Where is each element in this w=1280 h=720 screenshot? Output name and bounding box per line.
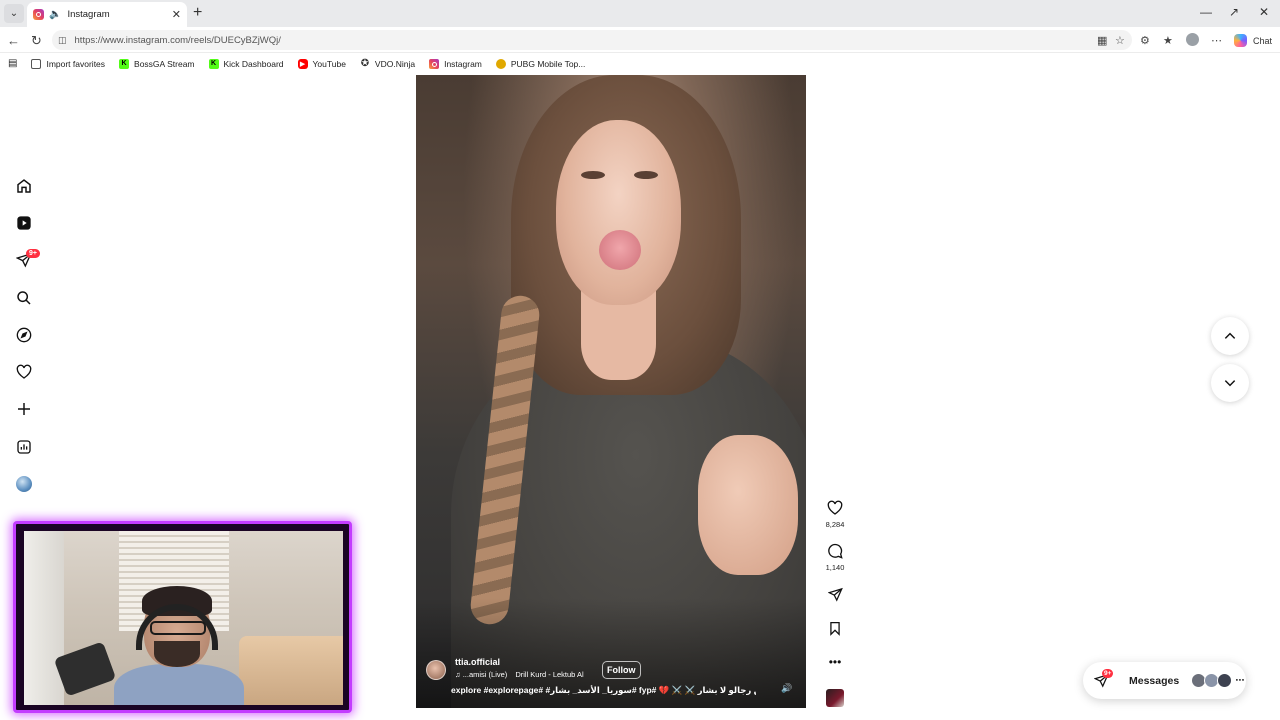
copilot-icon	[1234, 34, 1247, 47]
copilot-chat-button[interactable]: Chat	[1234, 34, 1272, 47]
back-button[interactable]: ←	[7, 33, 20, 48]
like-count: 8,284	[825, 520, 845, 529]
audio-attribution[interactable]: ♫ ...amisi (Live) Drill Kurd - Lektub Al	[455, 670, 584, 679]
fav-import-favorites[interactable]: Import favorites	[31, 58, 105, 69]
share-icon[interactable]	[825, 584, 845, 604]
url-field[interactable]: ◫ https://www.instagram.com/reels/DUECyB…	[52, 30, 1132, 50]
favorites-icon[interactable]: ★	[1163, 34, 1173, 47]
fav-bossga-stream[interactable]: K BossGA Stream	[119, 58, 195, 69]
fav-vdo-ninja[interactable]: ✪ VDO.Ninja	[360, 58, 415, 69]
author-username[interactable]: ttia.official	[455, 657, 500, 667]
messages-badge: 9+	[1102, 669, 1114, 678]
close-tab-icon[interactable]: ✕	[172, 8, 181, 21]
more-icon[interactable]: •••	[825, 652, 845, 672]
profile-avatar-icon[interactable]	[1186, 33, 1199, 46]
instagram-favicon-icon	[33, 9, 44, 20]
messages-label: Messages	[1129, 674, 1180, 687]
search-icon[interactable]	[14, 288, 34, 308]
notifications-icon[interactable]	[14, 362, 34, 382]
speaker-icon[interactable]: 🔈	[49, 9, 61, 20]
site-info-icon[interactable]: ◫	[58, 35, 67, 46]
tab-strip: ⌄ 🔈 Instagram ✕ + — ↗ ✕	[0, 0, 1280, 27]
address-bar-row: ← ↻ ◫ https://www.instagram.com/reels/DU…	[0, 27, 1280, 53]
comment-count: 1,140	[825, 563, 845, 572]
reel-caption: explore #explorepage# #سوريا_ الأسد_ بشا…	[451, 685, 756, 695]
explore-icon[interactable]	[14, 325, 34, 345]
folder-icon	[31, 58, 42, 69]
avatar	[1217, 673, 1233, 688]
home-icon[interactable]	[14, 176, 34, 196]
youtube-icon: ▶	[297, 58, 308, 69]
fav-kick-dashboard[interactable]: K Kick Dashboard	[208, 58, 284, 69]
reels-icon[interactable]	[14, 213, 34, 233]
author-avatar[interactable]	[426, 660, 446, 680]
messages-button[interactable]: 9+ Messages ⋯	[1083, 662, 1246, 699]
kick-icon: K	[208, 58, 219, 69]
follow-button[interactable]: Follow	[602, 661, 641, 679]
close-window-button[interactable]: ✕	[1259, 5, 1269, 19]
create-icon[interactable]	[14, 399, 34, 419]
collections-icon[interactable]: ▤	[8, 58, 17, 69]
pubg-icon	[495, 58, 506, 69]
favorite-star-icon[interactable]: ☆	[1115, 34, 1125, 47]
favorites-bar: ▤ Import favorites K BossGA Stream K Kic…	[0, 53, 1280, 74]
ninja-icon: ✪	[360, 58, 370, 69]
more-options-icon[interactable]: ⋯	[1211, 34, 1222, 47]
dashboard-icon[interactable]	[14, 437, 34, 457]
tab-actions-menu-button[interactable]: ⌄	[4, 4, 24, 23]
restore-button[interactable]: ↗	[1229, 5, 1239, 19]
audio-artist: ♫ ...amisi (Live)	[455, 670, 508, 679]
next-reel-button[interactable]	[1211, 364, 1249, 402]
instagram-icon	[429, 58, 440, 69]
url-text: https://www.instagram.com/reels/DUECyBZj…	[74, 34, 281, 46]
webcam-feed	[24, 531, 343, 705]
kick-icon: K	[119, 58, 130, 69]
extensions-icon[interactable]: ⚙	[1140, 34, 1150, 47]
app-available-icon[interactable]: ▦	[1097, 34, 1107, 47]
direct-badge: 9+	[26, 249, 40, 258]
volume-icon[interactable]: 🔊	[781, 683, 792, 694]
chevron-up-icon	[1224, 332, 1236, 339]
reel-video[interactable]	[416, 75, 806, 708]
chevron-down-icon	[1224, 380, 1236, 387]
audio-track: Drill Kurd - Lektub Al	[515, 670, 584, 679]
recent-chat-avatars: ⋯	[1191, 673, 1245, 688]
chat-label: Chat	[1253, 35, 1273, 46]
fav-instagram[interactable]: Instagram	[429, 58, 482, 69]
comment-icon[interactable]	[825, 541, 845, 561]
audio-thumbnail[interactable]	[826, 689, 844, 707]
fav-youtube[interactable]: ▶ YouTube	[297, 58, 346, 69]
previous-reel-button[interactable]	[1211, 317, 1249, 355]
save-icon[interactable]	[825, 618, 845, 638]
like-icon[interactable]	[825, 498, 845, 518]
tab-instagram[interactable]: 🔈 Instagram ✕	[27, 2, 187, 27]
webcam-overlay	[13, 521, 352, 713]
more-icon: ⋯	[1235, 675, 1245, 685]
new-tab-button[interactable]: +	[193, 4, 202, 22]
profile-avatar	[16, 476, 32, 492]
tab-title: Instagram	[67, 9, 110, 20]
fav-pubg[interactable]: PUBG Mobile Top...	[495, 58, 585, 69]
refresh-button[interactable]: ↻	[31, 33, 42, 49]
minimize-button[interactable]: —	[1200, 5, 1212, 19]
profile-icon[interactable]	[14, 474, 34, 494]
